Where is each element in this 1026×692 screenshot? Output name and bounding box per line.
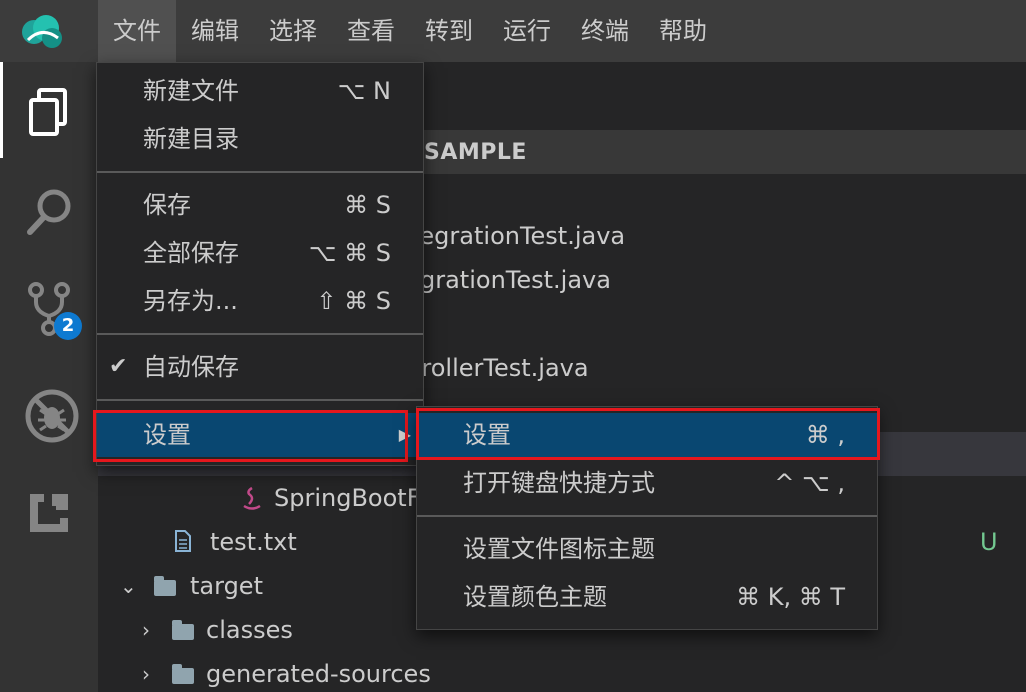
menu-item-label: 另存为... — [143, 287, 238, 315]
menu-view[interactable]: 查看 — [332, 0, 410, 62]
menu-item-label: 自动保存 — [143, 353, 239, 381]
extensions-button[interactable] — [0, 464, 98, 560]
folder-icon — [172, 620, 194, 640]
shortcut-label: ^ ⌥ , — [774, 469, 845, 497]
menu-selection[interactable]: 选择 — [254, 0, 332, 62]
debug-button[interactable] — [0, 364, 98, 460]
search-button[interactable] — [0, 162, 98, 258]
menu-separator — [417, 515, 877, 517]
menu-separator — [97, 333, 423, 335]
menu-edit[interactable]: 编辑 — [176, 0, 254, 62]
menu-item-auto-save[interactable]: ✔ 自动保存 — [97, 345, 423, 389]
highlight-box — [93, 410, 408, 462]
menu-item-new-folder[interactable]: 新建目录 — [97, 117, 423, 161]
file-row[interactable]: SpringBootF — [274, 484, 421, 512]
menu-separator — [97, 171, 423, 173]
folder-row[interactable]: classes — [206, 616, 293, 644]
menu-help[interactable]: 帮助 — [644, 0, 722, 62]
menu-run[interactable]: 运行 — [488, 0, 566, 62]
file-row[interactable]: tegrationTest.java — [410, 222, 625, 250]
workspace-title: SAMPLE — [424, 140, 527, 165]
menu-item-save[interactable]: 保存 ⌘ S — [97, 183, 423, 227]
text-file-icon — [175, 530, 191, 552]
menu-bar: 文件 编辑 选择 查看 转到 运行 终端 帮助 — [98, 0, 722, 62]
extensions-icon — [30, 494, 68, 532]
shortcut-label: ⌥ N — [337, 77, 391, 105]
files-icon — [29, 88, 67, 136]
menu-item-label: 设置颜色主题 — [463, 583, 607, 611]
menu-file[interactable]: 文件 — [98, 0, 176, 62]
file-row[interactable]: grationTest.java — [420, 266, 611, 294]
submenu-item-keyboard-shortcuts[interactable]: 打开键盘快捷方式 ^ ⌥ , — [417, 461, 877, 505]
source-control-button[interactable] — [0, 258, 98, 354]
menu-terminal[interactable]: 终端 — [566, 0, 644, 62]
folder-icon — [154, 576, 176, 596]
title-bar: 文件 编辑 选择 查看 转到 运行 终端 帮助 — [0, 0, 1026, 62]
checkmark-icon: ✔ — [109, 354, 128, 379]
shortcut-label: ⌥ ⌘ S — [308, 239, 391, 267]
menu-item-label: 全部保存 — [143, 239, 239, 267]
file-row[interactable]: test.txt — [210, 528, 297, 556]
scm-count-badge: 2 — [54, 312, 82, 340]
submenu-item-color-theme[interactable]: 设置颜色主题 ⌘ K, ⌘ T — [417, 575, 877, 619]
shortcut-label: ⌘ S — [344, 191, 391, 219]
folder-row[interactable]: generated-sources — [206, 660, 431, 688]
file-row[interactable]: trollerTest.java — [412, 354, 589, 382]
chevron-down-icon[interactable]: ⌄ — [120, 574, 137, 598]
activity-bar: 2 — [0, 62, 98, 692]
java-file-icon — [243, 486, 261, 510]
app-logo-icon — [22, 15, 62, 48]
menu-item-label: 新建文件 — [143, 77, 239, 105]
menu-item-label: 保存 — [143, 191, 191, 219]
debug-disabled-icon — [25, 389, 79, 443]
untracked-marker: U — [980, 528, 998, 556]
menu-item-save-all[interactable]: 全部保存 ⌥ ⌘ S — [97, 231, 423, 275]
search-icon — [27, 189, 71, 235]
shortcut-label: ⌘ K, ⌘ T — [736, 583, 845, 611]
submenu-item-file-icon-theme[interactable]: 设置文件图标主题 — [417, 527, 877, 571]
chevron-right-icon[interactable]: › — [142, 618, 150, 642]
menu-item-save-as[interactable]: 另存为... ⇧ ⌘ S — [97, 279, 423, 323]
highlight-box — [416, 408, 880, 460]
file-menu: 新建文件 ⌥ N 新建目录 保存 ⌘ S 全部保存 ⌥ ⌘ S 另存为... ⇧… — [96, 62, 424, 466]
folder-row[interactable]: target — [190, 572, 263, 600]
shortcut-label: ⇧ ⌘ S — [316, 287, 391, 315]
menu-item-label: 新建目录 — [143, 125, 239, 153]
menu-item-label: 打开键盘快捷方式 — [463, 469, 655, 497]
folder-icon — [172, 664, 194, 684]
menu-go[interactable]: 转到 — [410, 0, 488, 62]
menu-separator — [97, 399, 423, 401]
explorer-button[interactable] — [0, 62, 98, 158]
menu-item-new-file[interactable]: 新建文件 ⌥ N — [97, 69, 423, 113]
chevron-right-icon[interactable]: › — [142, 662, 150, 686]
menu-item-label: 设置文件图标主题 — [463, 535, 655, 563]
